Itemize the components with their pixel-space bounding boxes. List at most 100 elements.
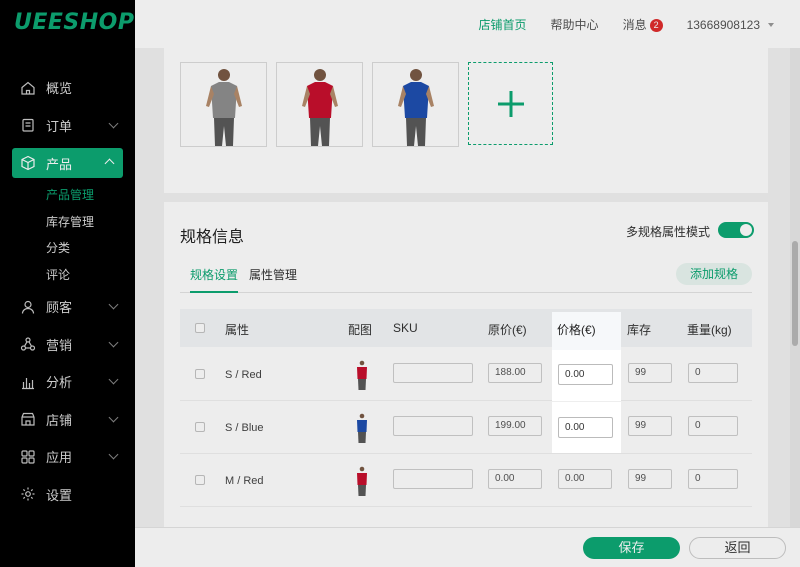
orig-price-input[interactable]: 199.00 [488, 416, 542, 436]
add-spec-button[interactable]: 添加规格 [675, 263, 752, 285]
sidebar-item-label: 顾客 [46, 300, 73, 316]
sidebar-item-apps[interactable]: 应用 [0, 438, 135, 476]
variant-shirt [357, 473, 367, 485]
sidebar-item-settings[interactable]: 设置 [0, 476, 135, 514]
gear-icon [20, 486, 36, 502]
sidebar-item-overview[interactable]: 概览 [0, 69, 135, 107]
subnav-inventory[interactable]: 库存管理 [46, 209, 135, 236]
sidebar-item-label: 分析 [46, 375, 73, 391]
action-footer: 保存 返回 [135, 527, 800, 567]
row-divider [552, 401, 621, 402]
variant-shirt [357, 420, 367, 432]
sku-input[interactable] [393, 469, 473, 489]
product-image-red-tshirt[interactable] [276, 62, 363, 147]
apps-icon [20, 449, 36, 465]
row-attr: S / Blue [225, 422, 264, 434]
col-weight: 重量(kg) [687, 323, 732, 337]
price-input-highlighted[interactable]: 0.00 [558, 417, 613, 438]
table-row: M / Red 0.00 0.00 99 0 [180, 454, 752, 507]
save-button[interactable]: 保存 [583, 537, 680, 559]
row-checkbox[interactable] [195, 475, 205, 485]
add-image-button[interactable] [468, 62, 553, 145]
weight-input[interactable]: 0 [688, 416, 738, 436]
stock-input[interactable]: 99 [628, 469, 672, 489]
chevron-down-icon [108, 337, 119, 347]
subnav-categories[interactable]: 分类 [46, 235, 135, 262]
tab-spec-settings[interactable]: 规格设置 [190, 266, 239, 293]
help-center-link[interactable]: 帮助中心 [551, 16, 599, 33]
sidebar-item-customers[interactable]: 顾客 [0, 288, 135, 326]
sidebar-item-store[interactable]: 店铺 [0, 401, 135, 439]
home-icon [20, 80, 36, 96]
spec-section-title: 规格信息 [180, 229, 245, 246]
sku-input[interactable] [393, 363, 473, 383]
header-links: 店铺首页 帮助中心 消息 2 13668908123 [455, 16, 774, 33]
store-home-link[interactable]: 店铺首页 [479, 16, 527, 33]
table-row: S / Blue 199.00 0.00 99 0 [180, 401, 752, 454]
multi-spec-mode-toggle[interactable] [718, 222, 754, 238]
table-row: S / Red 188.00 0.00 99 0 [180, 348, 752, 401]
marketing-icon [20, 336, 36, 352]
sidebar-item-label: 营销 [46, 337, 73, 353]
variant-image-red[interactable] [353, 466, 371, 496]
sidebar-item-label: 设置 [46, 487, 73, 503]
weight-input[interactable]: 0 [688, 469, 738, 489]
stock-input[interactable]: 99 [628, 416, 672, 436]
messages-label: 消息 [622, 18, 647, 32]
spec-table-header: 属性 配图 SKU 原价(€) 库存 重量(kg) [180, 309, 752, 347]
sidebar-item-orders[interactable]: 订单 [0, 107, 135, 145]
variant-image-red[interactable] [353, 360, 371, 390]
variant-image-blue[interactable] [353, 413, 371, 443]
user-icon [20, 299, 36, 315]
back-button[interactable]: 返回 [689, 537, 786, 559]
sidebar-item-marketing[interactable]: 营销 [0, 326, 135, 364]
sku-input[interactable] [393, 416, 473, 436]
messages-link[interactable]: 消息 2 [623, 16, 663, 33]
sidebar-item-products[interactable]: 产品 [12, 148, 123, 178]
sidebar-item-label: 订单 [46, 118, 73, 134]
store-icon [20, 411, 36, 427]
product-image-gray-tshirt[interactable] [180, 62, 267, 147]
plus-icon [497, 90, 524, 117]
orig-price-input[interactable]: 188.00 [488, 363, 542, 383]
price-column-highlight: 价格(€) 0.00 0.00 [552, 312, 621, 453]
sidebar-item-analytics[interactable]: 分析 [0, 363, 135, 401]
subnav-reviews[interactable]: 评论 [46, 262, 135, 289]
sidebar-nav: 概览 订单 产品 产品管理 库存管理 分类 评论 顾客 营销 分析 店铺 应用 … [0, 69, 135, 513]
product-images-panel [164, 48, 768, 193]
weight-input[interactable]: 0 [688, 363, 738, 383]
price-input-highlighted[interactable]: 0.00 [558, 364, 613, 385]
tab-attribute-management[interactable]: 属性管理 [249, 266, 297, 293]
gray-tshirt-image [205, 69, 242, 146]
brand-logo[interactable]: UEESHOP [14, 10, 135, 35]
price-input[interactable]: 0.00 [558, 469, 612, 489]
multi-spec-mode-label: 多规格属性模式 [625, 225, 710, 239]
chevron-down-icon [108, 374, 119, 385]
scrollbar-thumb[interactable] [792, 241, 798, 346]
col-attr: 属性 [225, 323, 250, 337]
sidebar-item-label: 应用 [46, 450, 73, 466]
product-image-blue-tshirt[interactable] [372, 62, 459, 147]
spec-info-panel: 规格信息 多规格属性模式 规格设置 属性管理 添加规格 属性 配图 SKU 原价… [164, 202, 768, 527]
red-tshirt-image [301, 69, 338, 146]
messages-badge: 2 [649, 19, 663, 32]
col-stock: 库存 [627, 323, 652, 337]
box-icon [20, 155, 36, 171]
row-checkbox[interactable] [195, 369, 205, 379]
variant-shirt [357, 367, 367, 379]
page-scrollbar[interactable] [790, 48, 800, 527]
subnav-product-management[interactable]: 产品管理 [46, 182, 135, 209]
chart-icon [20, 374, 36, 390]
col-orig-price: 原价(€) [488, 323, 527, 337]
stock-input[interactable]: 99 [628, 363, 672, 383]
blue-tshirt-image [397, 69, 434, 146]
user-menu[interactable]: 13668908123 [687, 18, 774, 32]
row-checkbox[interactable] [195, 422, 205, 432]
select-all-checkbox[interactable] [195, 323, 205, 333]
chevron-up-icon [104, 158, 115, 169]
spec-tabs: 规格设置 属性管理 [180, 262, 752, 293]
orig-price-input[interactable]: 0.00 [488, 469, 542, 489]
chevron-down-icon [108, 412, 119, 422]
toggle-knob [740, 224, 752, 236]
chevron-down-icon [108, 118, 119, 128]
